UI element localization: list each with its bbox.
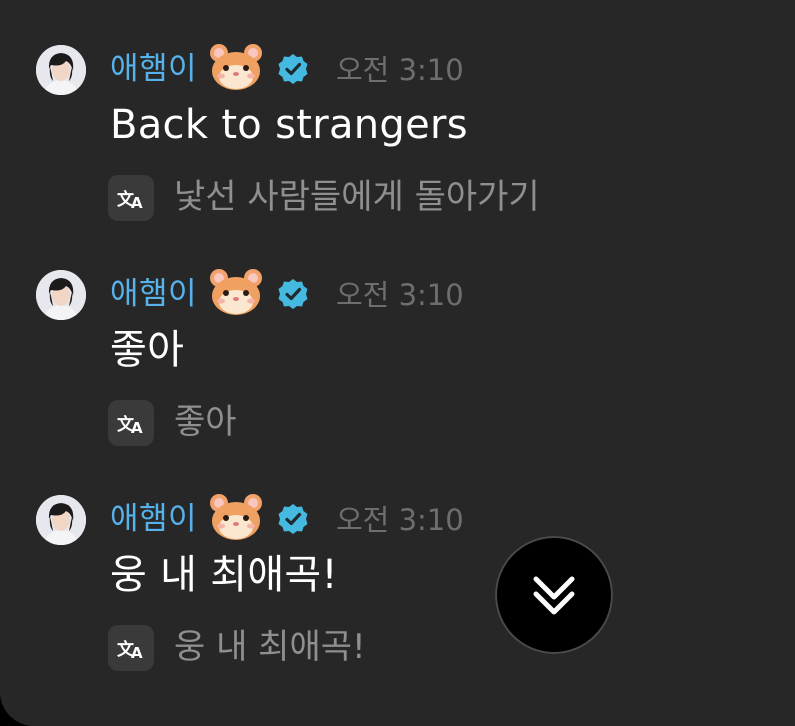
svg-text:A: A: [131, 419, 143, 437]
translated-text: 낯선 사람들에게 돌아가기: [174, 177, 540, 217]
translation-row: 文 A 낯선 사람들에게 돌아가기: [108, 173, 728, 221]
username[interactable]: 애햄이: [110, 274, 197, 314]
chat-message: 애햄이 오전 3:10 웅 내 최애곡! 文 A 웅 내 최애곡!: [36, 494, 756, 695]
svg-text:A: A: [131, 644, 143, 662]
message-timestamp: 오전 3:10: [336, 53, 464, 87]
verified-badge-icon: [278, 504, 308, 534]
message-timestamp: 오전 3:10: [336, 503, 464, 537]
translate-icon[interactable]: 文 A: [108, 400, 154, 446]
message-text: Back to strangers: [110, 102, 468, 148]
translate-icon[interactable]: 文 A: [108, 625, 154, 671]
translate-icon[interactable]: 文 A: [108, 175, 154, 221]
translation-row: 文 A 웅 내 최애곡!: [108, 623, 728, 671]
verified-badge-icon: [278, 54, 308, 84]
translated-text: 좋아: [174, 402, 237, 442]
chat-message: 애햄이 오전 3:10 Back to strangers 文 A 낯선 사람들…: [36, 44, 756, 245]
double-chevron-down-icon: [533, 576, 575, 615]
hamster-icon: [210, 269, 262, 315]
translation-row: 文 A 좋아: [108, 398, 728, 446]
avatar-portrait-icon: [36, 270, 86, 320]
hamster-icon: [210, 44, 262, 90]
message-header: 애햄이 오전 3:10: [110, 269, 730, 320]
message-text: 웅 내 최애곡!: [110, 552, 338, 598]
message-header: 애햄이 오전 3:10: [110, 494, 730, 545]
translated-text: 웅 내 최애곡!: [174, 627, 366, 667]
chat-message: 애햄이 오전 3:10 좋아 文 A 좋아: [36, 269, 756, 470]
chat-panel: 애햄이 오전 3:10 Back to strangers 文 A 낯선 사람들…: [0, 0, 795, 726]
message-text: 좋아: [110, 327, 185, 373]
avatar[interactable]: [36, 270, 86, 320]
username[interactable]: 애햄이: [110, 499, 197, 539]
username[interactable]: 애햄이: [110, 49, 197, 89]
avatar-portrait-icon: [36, 495, 86, 545]
avatar[interactable]: [36, 45, 86, 95]
message-timestamp: 오전 3:10: [336, 278, 464, 312]
avatar-portrait-icon: [36, 45, 86, 95]
hamster-icon: [210, 494, 262, 540]
message-header: 애햄이 오전 3:10: [110, 44, 730, 95]
avatar[interactable]: [36, 495, 86, 545]
scroll-to-bottom-button[interactable]: [495, 536, 613, 654]
verified-badge-icon: [278, 279, 308, 309]
svg-text:A: A: [131, 194, 143, 212]
